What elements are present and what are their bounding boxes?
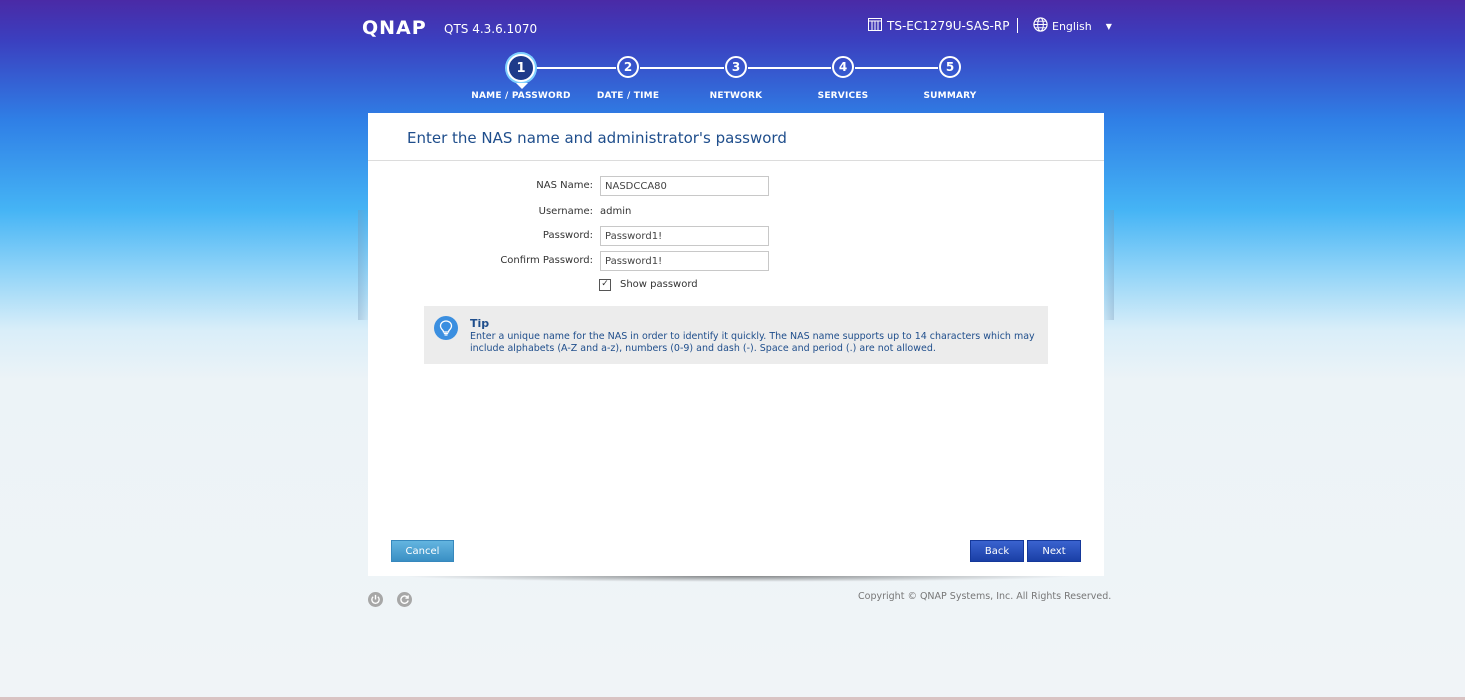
confirm-password-input[interactable] [600, 251, 769, 271]
tip-box: Tip Enter a unique name for the NAS in o… [424, 306, 1048, 364]
tip-text: Enter a unique name for the NAS in order… [470, 331, 1035, 354]
step-1-indicator: 1 [507, 54, 535, 82]
card-bottom-shadow [400, 576, 1076, 582]
restart-icon[interactable] [397, 592, 412, 607]
confirm-password-label: Confirm Password: [500, 255, 593, 266]
active-step-pointer [516, 83, 528, 89]
step-connector [748, 67, 831, 69]
next-button[interactable]: Next [1027, 540, 1081, 562]
step-connector [640, 67, 724, 69]
cancel-button[interactable]: Cancel [391, 540, 454, 562]
server-icon [868, 18, 882, 34]
language-selector[interactable]: English ▼ [1033, 17, 1112, 35]
qnap-logo: QNAP [362, 17, 427, 39]
step-connector [855, 67, 938, 69]
show-password-label[interactable]: Show password [620, 279, 698, 290]
header-divider [1017, 18, 1018, 33]
tip-title: Tip [470, 317, 490, 330]
title-divider [368, 160, 1104, 161]
device-model-label: TS-EC1279U-SAS-RP [887, 19, 1010, 33]
chevron-down-icon: ▼ [1105, 21, 1112, 31]
nas-name-input[interactable] [600, 176, 769, 196]
step-2-indicator: 2 [617, 56, 639, 78]
power-icon[interactable] [368, 592, 383, 607]
step-3-indicator: 3 [725, 56, 747, 78]
device-model: TS-EC1279U-SAS-RP [868, 18, 1009, 34]
lightbulb-icon [434, 316, 458, 340]
step-5-indicator: 5 [939, 56, 961, 78]
globe-icon [1033, 17, 1048, 35]
step-5-label: SUMMARY [923, 91, 977, 101]
copyright-text: Copyright © QNAP Systems, Inc. All Right… [858, 591, 1112, 602]
password-input[interactable] [600, 226, 769, 246]
language-label: English [1052, 19, 1092, 33]
password-label: Password: [542, 230, 593, 241]
show-password-checkbox[interactable]: ✓ [599, 279, 611, 291]
username-value: admin [600, 206, 632, 217]
step-4-indicator: 4 [832, 56, 854, 78]
back-button[interactable]: Back [970, 540, 1024, 562]
page-title: Enter the NAS name and administrator's p… [407, 129, 787, 147]
qts-version: QTS 4.3.6.1070 [444, 22, 538, 36]
step-connector [534, 67, 616, 69]
nas-name-label: NAS Name: [536, 180, 593, 191]
username-label: Username: [538, 206, 593, 217]
